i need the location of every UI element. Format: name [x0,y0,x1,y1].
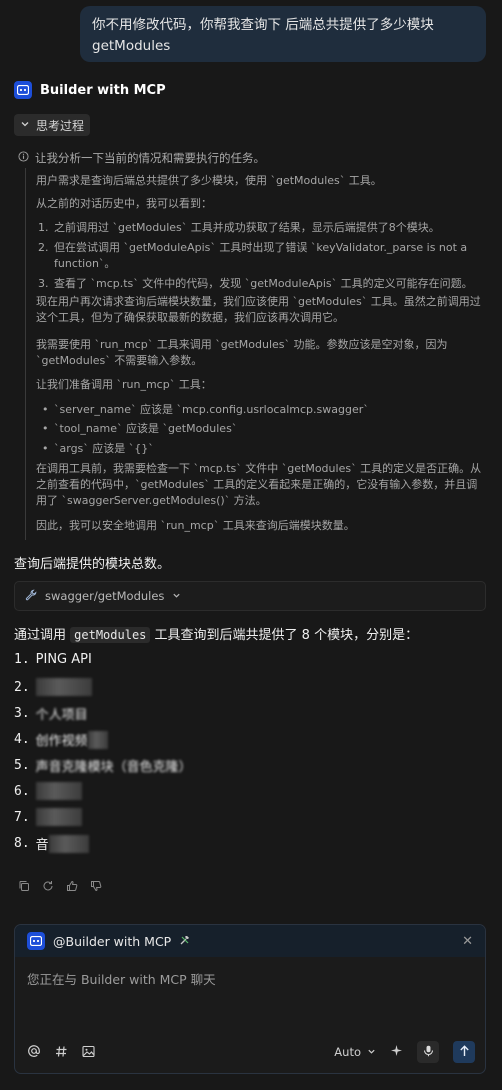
redacted-text [35,782,82,800]
thinking-paragraph: 在调用工具前，我需要检查一下 `mcp.ts` 文件中 `getModules`… [36,462,482,507]
thinking-bullet: • `server_name` 应该是 `mcp.config.usrlocalm… [42,403,369,416]
tool-chip-label: swagger/getModules [45,589,165,603]
redacted-text [48,834,89,853]
hash-icon[interactable] [55,1045,68,1061]
thumbs-up-icon[interactable] [66,880,78,892]
module-list-item: 8. 音 [14,834,89,853]
thinking-list-item: 3. 查看了 `mcp.ts` 文件中的代码，发现 `getModuleApis… [38,277,473,290]
module-list-item: 5. 声音克隆模块（音色克隆） [14,758,192,775]
user-message-line2: getModules [92,38,171,54]
context-agent-label: @Builder with MCP [53,933,172,949]
microphone-button[interactable] [417,1041,439,1063]
send-button[interactable] [453,1041,475,1063]
thumbs-down-icon[interactable] [90,880,102,892]
chevron-down-icon [367,1045,376,1059]
thinking-list-item: 2. 但在尝试调用 `getModuleApis` 工具时出现了错误 `keyV… [38,241,468,270]
thinking-bullet: • `tool_name` 应该是 `getModules` [42,422,238,435]
thinking-toggle-label: 思考过程 [36,118,85,133]
message-actions [18,880,102,892]
inline-code: getModules [70,627,151,643]
thinking-bullet: • `args` 应该是 `{}` [42,442,154,455]
bot-icon [27,932,45,950]
thinking-content: 用户需求是查询后端总共提供了多少模块，使用 `getModules` 工具。 从… [25,168,487,540]
answer-intro: 通过调用 getModules 工具查询到后端共提供了 8 个模块，分别是： [14,627,419,643]
chevron-down-icon [172,589,181,603]
module-list-item: 4. 创作视频 [14,730,108,749]
thinking-intro: 让我分析一下当前的情况和需要执行的任务。 [18,150,265,166]
thinking-paragraph: 因此，我可以安全地调用 `run_mcp` 工具来查询后端模块数量。 [36,519,355,532]
thinking-paragraph: 让我们准备调用 `run_mcp` 工具： [36,378,212,391]
retry-icon[interactable] [42,880,54,892]
tool-heading: 查询后端提供的模块总数。 [14,557,171,572]
thinking-list-item: 1. 之前调用过 `getModules` 工具并成功获取了结果，显示后端提供了… [38,221,440,234]
module-list-item: 1. PING API [14,652,92,667]
image-icon[interactable] [82,1045,95,1061]
module-list-item: 6. [14,782,82,800]
wrench-icon [25,589,37,604]
info-icon [18,151,29,165]
close-icon[interactable]: ✕ [462,934,473,949]
thinking-paragraph: 我需要使用 `run_mcp` 工具来调用 `getModules` 功能。参数… [36,338,448,367]
arrow-up-icon [459,1044,470,1060]
module-list-item: 2. [14,678,92,696]
redacted-text [35,678,92,696]
tool-call-chip[interactable]: swagger/getModules [14,581,486,611]
tools-icon [179,934,191,949]
redacted-text [87,730,108,749]
microphone-icon [423,1045,434,1060]
module-list-item: 7. [14,808,82,826]
at-mention-icon[interactable] [27,1044,41,1061]
chat-input[interactable]: 您正在与 Builder with MCP 聊天 [27,969,216,988]
assistant-header: Builder with MCP [14,81,166,99]
copy-icon[interactable] [18,880,30,892]
user-message-line1: 你不用修改代码，你帮我查询下 后端总共提供了多少模块 [92,17,434,33]
bot-icon [14,81,32,99]
thinking-intro-text: 让我分析一下当前的情况和需要执行的任务。 [35,151,265,165]
user-message-bubble: 你不用修改代码，你帮我查询下 后端总共提供了多少模块 getModules [80,6,486,62]
input-toolbar-left [27,1044,95,1061]
sparkle-icon[interactable] [390,1044,403,1060]
thinking-paragraph: 从之前的对话历史中，我可以看到： [36,197,212,210]
context-bar: @Builder with MCP ✕ [15,925,485,957]
thinking-paragraph: 用户需求是查询后端总共提供了多少模块，使用 `getModules` 工具。 [36,174,382,187]
thinking-paragraph: 现在用户再次请求查询后端模块数量，我们应该使用 `getModules` 工具。… [36,295,481,324]
chat-input-box: @Builder with MCP ✕ 您正在与 Builder with MC… [14,924,486,1074]
input-toolbar-right: Auto [334,1041,475,1063]
redacted-text [35,808,82,826]
mode-select[interactable]: Auto [334,1045,376,1059]
thinking-toggle[interactable]: 思考过程 [14,114,91,136]
module-list-item: 3. 个人项目 [14,706,88,723]
mode-select-value: Auto [334,1045,361,1059]
assistant-name: Builder with MCP [40,82,166,98]
chevron-down-icon [20,118,30,132]
